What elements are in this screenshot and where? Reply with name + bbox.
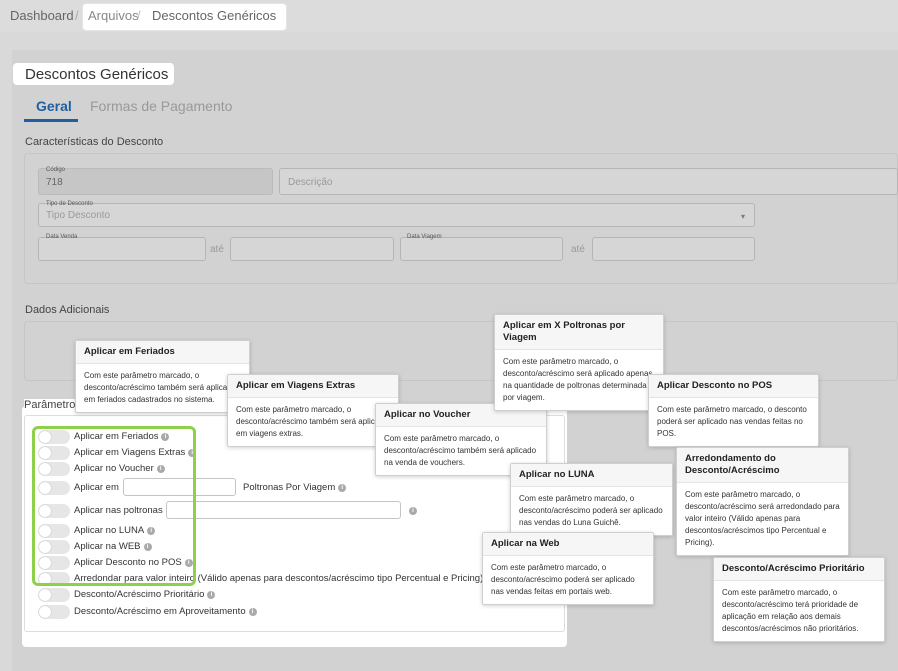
tooltip-body: Com este parâmetro marcado, o desconto p… (657, 405, 807, 438)
tooltip-feriados: Aplicar em Feriados Com este parâmetro m… (75, 340, 250, 413)
info-icon[interactable]: i (409, 507, 417, 515)
data-venda-label: Data Venda (46, 234, 78, 240)
parametros-title: Parâmetro (24, 399, 78, 411)
codigo-field (38, 168, 273, 195)
tipo-desconto-select[interactable] (38, 203, 755, 227)
poltronas-list-input[interactable] (166, 501, 401, 519)
tooltip-title: Aplicar em Viagens Extras (228, 375, 398, 398)
tooltip-body: Com este parâmetro marcado, o desconto/a… (503, 357, 653, 402)
tooltip-web: Aplicar na Web Com este parâmetro marcad… (482, 532, 654, 605)
tooltip-pos: Aplicar Desconto no POS Com este parâmet… (648, 374, 819, 447)
tooltip-body: Com este parâmetro marcado, o desconto/a… (491, 563, 635, 596)
tooltip-viagens-extras: Aplicar em Viagens Extras Com este parâm… (227, 374, 399, 447)
tooltip-title: Aplicar Desconto no POS (649, 375, 818, 398)
tipo-desconto-value: Tipo Desconto (46, 210, 111, 221)
tab-formas-de-pagamento[interactable]: Formas de Pagamento (90, 98, 232, 114)
tooltip-body: Com este parâmetro marcado, o desconto/a… (84, 371, 237, 404)
info-icon[interactable]: i (338, 484, 347, 492)
data-viagem-label: Data Viagem (407, 234, 442, 240)
section-title-dados-adicionais: Dados Adicionais (25, 304, 110, 316)
tooltip-body: Com este parâmetro marcado, o desconto/a… (236, 405, 389, 438)
tooltip-luna: Aplicar no LUNA Com este parâmetro marca… (510, 463, 673, 536)
breadcrumb-separator: / (137, 8, 141, 23)
option-aproveitamento: Desconto/Acréscimo em Aproveitamento i (74, 606, 257, 617)
data-venda-end[interactable] (230, 237, 394, 261)
highlight-box (32, 426, 196, 586)
tooltip-title: Aplicar em X Poltronas por Viagem (495, 315, 663, 350)
option-poltronas-suffix: Poltronas Por Viagem i (243, 482, 347, 493)
tab-geral[interactable]: Geral (36, 98, 72, 114)
data-venda-start[interactable] (38, 237, 206, 261)
tooltip-title: Desconto/Acréscimo Prioritário (714, 558, 884, 581)
codigo-value: 718 (46, 177, 63, 188)
breadcrumb-arquivos[interactable]: Arquivos (88, 8, 139, 23)
page-title: Descontos Genéricos (25, 66, 169, 83)
tooltip-title: Aplicar na Web (483, 533, 653, 556)
tooltip-arredondamento: Arredondamento do Desconto/Acréscimo Com… (676, 447, 849, 556)
toggle-aproveitamento[interactable] (38, 605, 70, 619)
data-viagem-end[interactable] (592, 237, 755, 261)
tooltip-body: Com este parâmetro marcado, o desconto/a… (519, 494, 663, 527)
tooltip-prioritario: Desconto/Acréscimo Prioritário Com este … (713, 557, 885, 642)
section-title-caracteristicas: Características do Desconto (25, 136, 164, 148)
descricao-field[interactable] (279, 168, 898, 195)
option-prioritario: Desconto/Acréscimo Prioritário i (74, 589, 216, 600)
data-viagem-ate: até (571, 244, 585, 255)
tooltip-body: Com este parâmetro marcado, o desconto/a… (685, 490, 840, 547)
tooltip-title: Aplicar no LUNA (511, 464, 672, 487)
tipo-desconto-label: Tipo de Desconto (46, 201, 93, 207)
breadcrumb-dashboard[interactable]: Dashboard (10, 8, 74, 23)
breadcrumb-separator: / (75, 8, 79, 23)
tooltip-x-poltronas: Aplicar em X Poltronas por Viagem Com es… (494, 314, 664, 411)
breadcrumb-current: Descontos Genéricos (152, 8, 277, 23)
option-nas-poltronas-info: i (406, 505, 417, 516)
tooltip-body: Com este parâmetro marcado, o desconto/a… (722, 588, 859, 633)
tooltip-title: Aplicar em Feriados (76, 341, 249, 364)
descricao-placeholder: Descrição (288, 177, 333, 188)
codigo-label: Código (46, 167, 66, 173)
data-venda-ate: até (210, 244, 224, 255)
info-icon[interactable]: i (207, 591, 216, 599)
info-icon[interactable]: i (248, 608, 257, 616)
tooltip-title: Arredondamento do Desconto/Acréscimo (677, 448, 848, 483)
data-viagem-start[interactable] (400, 237, 563, 261)
tab-active-indicator (24, 119, 78, 122)
chevron-down-icon: ▾ (741, 212, 746, 221)
toggle-prioritario[interactable] (38, 588, 70, 602)
